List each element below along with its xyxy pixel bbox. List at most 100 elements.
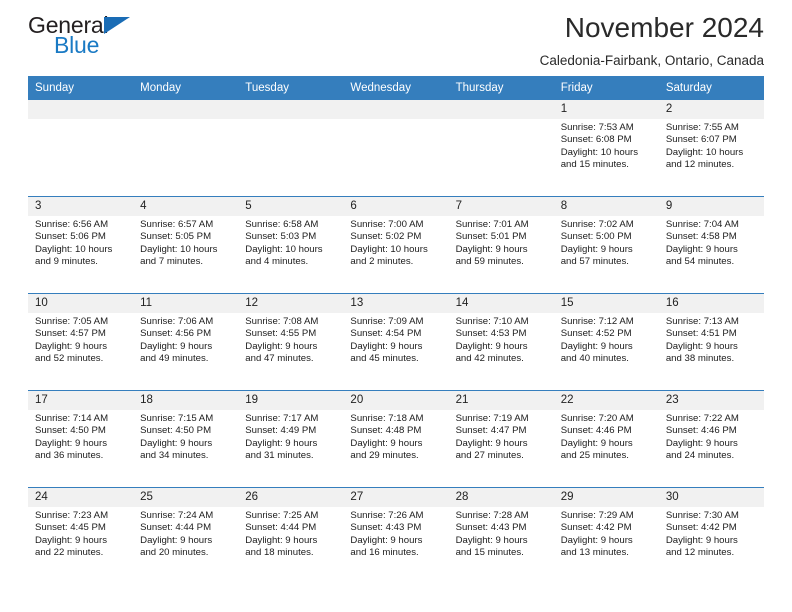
date-number[interactable]: [448, 100, 554, 119]
sunset-text: Sunset: 4:50 PM: [35, 425, 106, 437]
date-number[interactable]: 5: [238, 196, 344, 216]
date-number[interactable]: 17: [28, 390, 134, 410]
date-number[interactable]: 11: [133, 293, 239, 313]
day-detail-cell[interactable]: Sunrise: 7:01 AM Sunset: 5:01 PM Dayligh…: [448, 216, 554, 294]
date-number[interactable]: 9: [658, 196, 764, 216]
date-number[interactable]: 26: [238, 487, 344, 507]
week-4-datenum-row: 17 18 19 20 21 22 23: [28, 390, 764, 410]
daylight-text-line1: Daylight: 9 hours: [455, 534, 528, 546]
date-number[interactable]: 7: [448, 196, 554, 216]
day-detail-cell[interactable]: [238, 119, 344, 197]
day-detail-cell[interactable]: Sunrise: 7:18 AM Sunset: 4:48 PM Dayligh…: [343, 410, 449, 488]
sunset-text: Sunset: 4:46 PM: [560, 425, 632, 437]
sunrise-text: Sunrise: 7:17 AM: [245, 413, 319, 424]
day-detail-cell[interactable]: Sunrise: 7:06 AM Sunset: 4:56 PM Dayligh…: [133, 313, 239, 391]
date-number[interactable]: 3: [28, 196, 134, 216]
date-number[interactable]: 6: [343, 196, 449, 216]
date-number[interactable]: 14: [448, 293, 554, 313]
date-number[interactable]: 18: [133, 390, 239, 410]
date-number[interactable]: 27: [343, 487, 449, 507]
date-number[interactable]: 4: [133, 196, 239, 216]
date-number[interactable]: 24: [28, 487, 134, 507]
sunrise-text: Sunrise: 7:23 AM: [35, 510, 109, 521]
daylight-text-line2: and 7 minutes.: [140, 256, 204, 268]
day-detail-cell[interactable]: [28, 119, 134, 197]
daylight-text-line1: Daylight: 9 hours: [560, 437, 633, 449]
daylight-text-line1: Daylight: 10 hours: [350, 243, 428, 255]
sunset-text: Sunset: 4:48 PM: [350, 425, 422, 437]
day-detail-cell[interactable]: [448, 119, 554, 197]
date-number[interactable]: [28, 100, 134, 119]
sunrise-text: Sunrise: 7:01 AM: [455, 219, 529, 230]
day-detail-cell[interactable]: Sunrise: 7:08 AM Sunset: 4:55 PM Dayligh…: [238, 313, 344, 391]
date-number[interactable]: 30: [658, 487, 764, 507]
sunrise-text: Sunrise: 7:05 AM: [35, 316, 109, 327]
day-detail-cell[interactable]: Sunrise: 7:20 AM Sunset: 4:46 PM Dayligh…: [553, 410, 659, 488]
date-number[interactable]: 2: [658, 100, 764, 119]
date-number[interactable]: [343, 100, 449, 119]
day-detail-cell[interactable]: [343, 119, 449, 197]
day-detail-cell[interactable]: Sunrise: 7:14 AM Sunset: 4:50 PM Dayligh…: [28, 410, 134, 488]
sunset-text: Sunset: 6:08 PM: [560, 134, 632, 146]
weekday-header-tuesday: Tuesday: [238, 76, 344, 100]
date-number[interactable]: 23: [658, 390, 764, 410]
day-detail-cell[interactable]: Sunrise: 7:23 AM Sunset: 4:45 PM Dayligh…: [28, 507, 134, 584]
daylight-text-line1: Daylight: 9 hours: [665, 437, 738, 449]
day-detail-cell[interactable]: Sunrise: 7:12 AM Sunset: 4:52 PM Dayligh…: [553, 313, 659, 391]
date-number[interactable]: 12: [238, 293, 344, 313]
sunset-text: Sunset: 4:46 PM: [665, 425, 737, 437]
day-detail-cell[interactable]: Sunrise: 7:53 AM Sunset: 6:08 PM Dayligh…: [553, 119, 659, 197]
week-1-detail-row: Sunrise: 7:53 AM Sunset: 6:08 PM Dayligh…: [28, 119, 764, 197]
day-detail-cell[interactable]: Sunrise: 7:22 AM Sunset: 4:46 PM Dayligh…: [658, 410, 764, 488]
day-detail-cell[interactable]: Sunrise: 7:09 AM Sunset: 4:54 PM Dayligh…: [343, 313, 449, 391]
day-detail-cell[interactable]: Sunrise: 7:13 AM Sunset: 4:51 PM Dayligh…: [658, 313, 764, 391]
sunrise-text: Sunrise: 7:06 AM: [140, 316, 214, 327]
date-number[interactable]: 20: [343, 390, 449, 410]
date-number[interactable]: 28: [448, 487, 554, 507]
day-detail-cell[interactable]: Sunrise: 7:26 AM Sunset: 4:43 PM Dayligh…: [343, 507, 449, 584]
day-detail-cell[interactable]: Sunrise: 7:04 AM Sunset: 4:58 PM Dayligh…: [658, 216, 764, 294]
day-detail-cell[interactable]: Sunrise: 7:28 AM Sunset: 4:43 PM Dayligh…: [448, 507, 554, 584]
sunrise-text: Sunrise: 7:28 AM: [455, 510, 529, 521]
day-detail-cell[interactable]: Sunrise: 6:58 AM Sunset: 5:03 PM Dayligh…: [238, 216, 344, 294]
date-number[interactable]: 1: [553, 100, 659, 119]
date-number[interactable]: 13: [343, 293, 449, 313]
date-number[interactable]: 15: [553, 293, 659, 313]
date-number[interactable]: 19: [238, 390, 344, 410]
day-detail-cell[interactable]: Sunrise: 7:10 AM Sunset: 4:53 PM Dayligh…: [448, 313, 554, 391]
date-number[interactable]: 8: [553, 196, 659, 216]
date-number[interactable]: 21: [448, 390, 554, 410]
date-number[interactable]: 22: [553, 390, 659, 410]
sunrise-text: Sunrise: 7:13 AM: [665, 316, 739, 327]
generalblue-logo[interactable]: General Blue: [28, 14, 158, 62]
day-detail-cell[interactable]: [133, 119, 239, 197]
day-detail-cell[interactable]: Sunrise: 7:02 AM Sunset: 5:00 PM Dayligh…: [553, 216, 659, 294]
date-number[interactable]: 29: [553, 487, 659, 507]
sunset-text: Sunset: 4:58 PM: [665, 231, 737, 243]
date-number[interactable]: 25: [133, 487, 239, 507]
date-number[interactable]: 16: [658, 293, 764, 313]
day-detail-cell[interactable]: Sunrise: 7:05 AM Sunset: 4:57 PM Dayligh…: [28, 313, 134, 391]
day-detail-cell[interactable]: Sunrise: 7:24 AM Sunset: 4:44 PM Dayligh…: [133, 507, 239, 584]
daylight-text-line1: Daylight: 9 hours: [245, 534, 318, 546]
daylight-text-line1: Daylight: 9 hours: [665, 340, 738, 352]
date-number[interactable]: [133, 100, 239, 119]
day-detail-cell[interactable]: Sunrise: 7:15 AM Sunset: 4:50 PM Dayligh…: [133, 410, 239, 488]
day-detail-cell[interactable]: Sunrise: 7:17 AM Sunset: 4:49 PM Dayligh…: [238, 410, 344, 488]
week-4-detail-row: Sunrise: 7:14 AM Sunset: 4:50 PM Dayligh…: [28, 410, 764, 488]
day-detail-cell[interactable]: Sunrise: 6:57 AM Sunset: 5:05 PM Dayligh…: [133, 216, 239, 294]
date-number[interactable]: 10: [28, 293, 134, 313]
day-detail-cell[interactable]: Sunrise: 7:00 AM Sunset: 5:02 PM Dayligh…: [343, 216, 449, 294]
day-detail-cell[interactable]: Sunrise: 7:29 AM Sunset: 4:42 PM Dayligh…: [553, 507, 659, 584]
calendar-body: 1 2 Sunrise: 7:53 AM Sunset: 6:08 PM Day…: [28, 100, 764, 584]
day-detail-cell[interactable]: Sunrise: 7:55 AM Sunset: 6:07 PM Dayligh…: [658, 119, 764, 197]
day-detail-cell[interactable]: Sunrise: 7:19 AM Sunset: 4:47 PM Dayligh…: [448, 410, 554, 488]
date-number[interactable]: [238, 100, 344, 119]
day-detail-cell[interactable]: Sunrise: 7:30 AM Sunset: 4:42 PM Dayligh…: [658, 507, 764, 584]
day-detail-cell[interactable]: Sunrise: 6:56 AM Sunset: 5:06 PM Dayligh…: [28, 216, 134, 294]
daylight-text-line1: Daylight: 9 hours: [455, 437, 528, 449]
daylight-text-line2: and 45 minutes.: [350, 353, 419, 365]
day-detail-cell[interactable]: Sunrise: 7:25 AM Sunset: 4:44 PM Dayligh…: [238, 507, 344, 584]
sunrise-text: Sunrise: 7:15 AM: [140, 413, 214, 424]
sunset-text: Sunset: 4:45 PM: [35, 522, 106, 534]
